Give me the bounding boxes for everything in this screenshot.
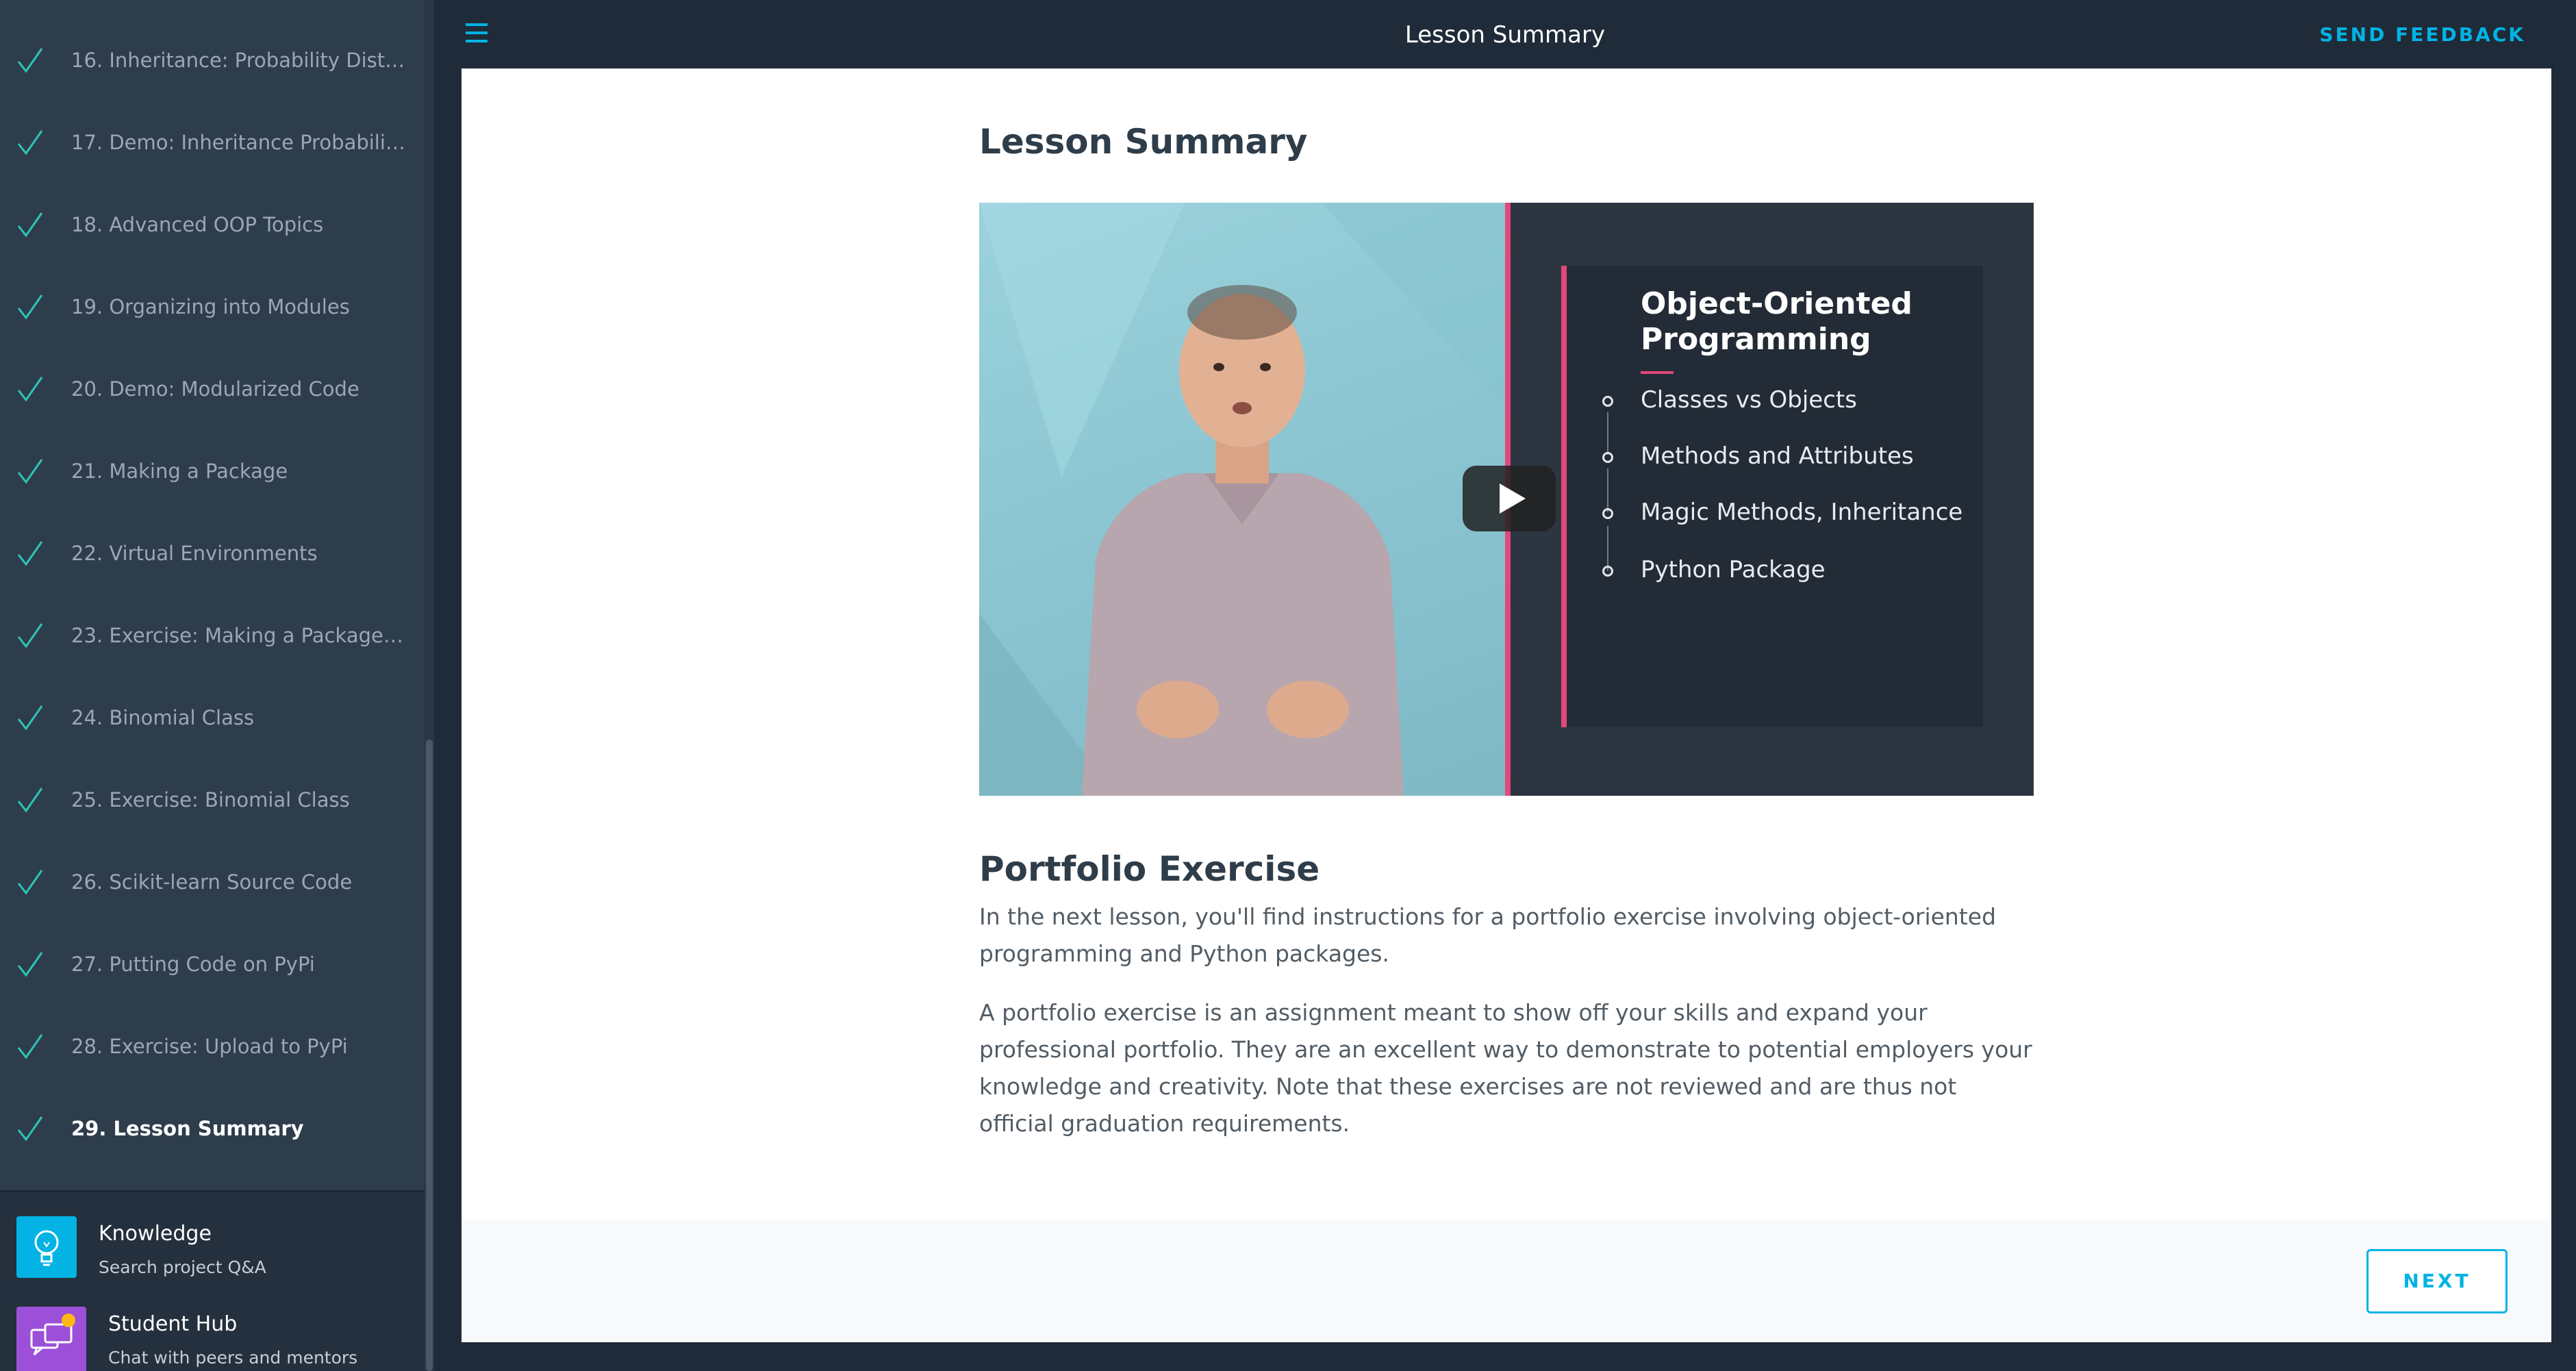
slide-bullet-dot xyxy=(1602,508,1613,519)
next-button[interactable]: NEXT xyxy=(2366,1249,2508,1313)
checkmark-icon xyxy=(17,1116,43,1142)
chat-bubbles-icon xyxy=(16,1307,86,1371)
checkmark-icon xyxy=(17,212,43,238)
slide-point: Magic Methods, Inheritance xyxy=(1641,499,1963,526)
slide-card: Object-Oriented Programming Classes vs O… xyxy=(1561,266,1983,727)
slide-accent-bar xyxy=(1561,266,1567,727)
presenter-image xyxy=(979,203,1505,796)
slide-bullet-dot xyxy=(1602,452,1613,463)
lesson-label: 26. Scikit-learn Source Code xyxy=(71,870,353,894)
play-button[interactable] xyxy=(1463,466,1556,531)
lesson-label: 21. Making a Package xyxy=(71,460,288,483)
slide-point: Methods and Attributes xyxy=(1641,442,1914,470)
checkmark-icon xyxy=(17,952,43,977)
slide-point: Classes vs Objects xyxy=(1641,386,1857,414)
knowledge-subtitle: Search project Q&A xyxy=(99,1257,266,1277)
checkmark-icon xyxy=(17,623,43,649)
checkmark-icon xyxy=(17,130,43,155)
page-title: Lesson Summary xyxy=(979,122,1308,162)
slide-timeline-line xyxy=(1607,468,1608,512)
slide-point: Python Package xyxy=(1641,556,1826,583)
checkmark-icon xyxy=(17,48,43,73)
knowledge-title: Knowledge xyxy=(99,1222,212,1246)
checkmark-icon xyxy=(17,788,43,813)
student-hub-link[interactable]: Student Hub Chat with peers and mentors xyxy=(0,1289,425,1371)
checkmark-icon xyxy=(17,870,43,895)
sidebar-item-lesson-16[interactable]: 16. Inheritance: Probability Distribu... xyxy=(0,19,425,101)
sidebar-item-lesson-26[interactable]: 26. Scikit-learn Source Code xyxy=(0,841,425,923)
lesson-label: 25. Exercise: Binomial Class xyxy=(71,788,350,812)
checkmark-icon xyxy=(17,541,43,566)
video-slide: Object-Oriented Programming Classes vs O… xyxy=(1511,203,2034,796)
top-bar: Lesson Summary SEND FEEDBACK xyxy=(434,0,2576,68)
lesson-label: 23. Exercise: Making a Package and ... xyxy=(71,624,407,647)
sidebar-scrollbar-thumb[interactable] xyxy=(426,740,433,1371)
send-feedback-button[interactable]: SEND FEEDBACK xyxy=(2319,0,2525,68)
section-title: Portfolio Exercise xyxy=(979,849,1320,889)
knowledge-link[interactable]: Knowledge Search project Q&A xyxy=(0,1204,425,1286)
slide-title: Object-Oriented Programming xyxy=(1641,286,1912,357)
lightbulb-icon xyxy=(16,1216,77,1278)
lesson-label: 24. Binomial Class xyxy=(71,706,255,729)
sidebar-item-lesson-19[interactable]: 19. Organizing into Modules xyxy=(0,266,425,348)
main-content: Lesson Summary Object-Oriented Programmi… xyxy=(462,68,2551,1342)
lesson-label: 18. Advanced OOP Topics xyxy=(71,213,324,236)
lesson-label: 22. Virtual Environments xyxy=(71,542,318,565)
play-icon xyxy=(1500,483,1526,514)
slide-bullet-dot xyxy=(1602,396,1613,407)
sidebar-item-lesson-25[interactable]: 25. Exercise: Binomial Class xyxy=(0,759,425,841)
lesson-label: 16. Inheritance: Probability Distribu... xyxy=(71,49,407,72)
slide-timeline-line xyxy=(1607,526,1608,571)
paragraph: In the next lesson, you'll find instruct… xyxy=(979,903,1997,967)
sidebar-item-lesson-22[interactable]: 22. Virtual Environments xyxy=(0,512,425,594)
student-hub-subtitle: Chat with peers and mentors xyxy=(108,1348,358,1368)
sidebar-item-lesson-28[interactable]: 28. Exercise: Upload to PyPi xyxy=(0,1005,425,1087)
sidebar-item-lesson-18[interactable]: 18. Advanced OOP Topics xyxy=(0,184,425,266)
slide-title-underline xyxy=(1641,371,1674,374)
lesson-label: 28. Exercise: Upload to PyPi xyxy=(71,1035,348,1058)
student-hub-title: Student Hub xyxy=(108,1312,238,1336)
lesson-label: 20. Demo: Modularized Code xyxy=(71,377,359,401)
sidebar-item-lesson-17[interactable]: 17. Demo: Inheritance Probability D... xyxy=(0,101,425,184)
sidebar-item-lesson-23[interactable]: 23. Exercise: Making a Package and ... xyxy=(0,594,425,677)
sidebar-item-lesson-27[interactable]: 27. Putting Code on PyPi xyxy=(0,923,425,1005)
video-player[interactable]: Object-Oriented Programming Classes vs O… xyxy=(979,203,2034,796)
lesson-label: 17. Demo: Inheritance Probability D... xyxy=(71,131,407,154)
paragraph: A portfolio exercise is an assignment me… xyxy=(979,999,2032,1137)
sidebar-item-lesson-29[interactable]: 29. Lesson Summary xyxy=(0,1087,425,1170)
sidebar-footer: Knowledge Search project Q&A Student Hub… xyxy=(0,1190,425,1371)
slide-timeline-line xyxy=(1607,412,1608,455)
lesson-navigation-bar: NEXT xyxy=(462,1220,2551,1342)
sidebar-item-lesson-21[interactable]: 21. Making a Package xyxy=(0,430,425,512)
video-presenter-frame xyxy=(979,203,1505,796)
checkmark-icon xyxy=(17,377,43,402)
slide-bullet-dot xyxy=(1602,566,1613,577)
lesson-label: 19. Organizing into Modules xyxy=(71,295,350,318)
lesson-label: 29. Lesson Summary xyxy=(71,1117,304,1140)
checkmark-icon xyxy=(17,294,43,320)
sidebar-item-lesson-20[interactable]: 20. Demo: Modularized Code xyxy=(0,348,425,430)
header-title: Lesson Summary xyxy=(1404,21,1606,49)
checkmark-icon xyxy=(17,1034,43,1059)
sidebar: 16. Inheritance: Probability Distribu...… xyxy=(0,0,425,1371)
sidebar-item-lesson-24[interactable]: 24. Binomial Class xyxy=(0,677,425,759)
lesson-label: 27. Putting Code on PyPi xyxy=(71,953,315,976)
checkmark-icon xyxy=(17,705,43,731)
checkmark-icon xyxy=(17,459,43,484)
